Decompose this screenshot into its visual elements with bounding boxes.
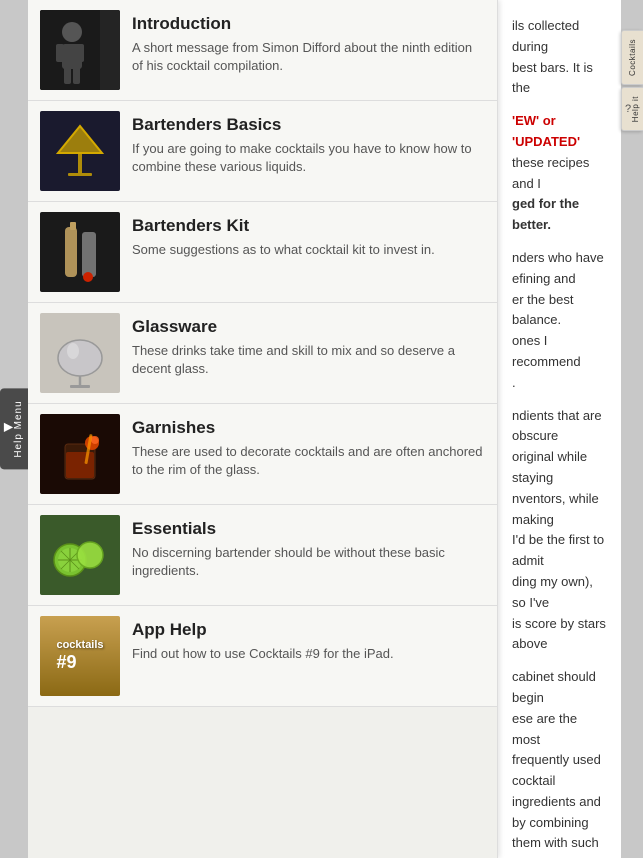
garnishes-content: Garnishes These are used to decorate coc…	[132, 414, 485, 479]
menu-item-essentials[interactable]: Essentials No discerning bartender shoul…	[28, 505, 497, 606]
intro-image	[40, 10, 120, 90]
bartenders-basics-image	[40, 111, 120, 191]
intro-desc: A short message from Simon Difford about…	[132, 39, 485, 75]
menu-item-bartenders-kit[interactable]: Bartenders Kit Some suggestions as to wh…	[28, 202, 497, 303]
menu-item-garnishes[interactable]: Garnishes These are used to decorate coc…	[28, 404, 497, 505]
right-tabs-container: Cocktails ? Help it	[621, 30, 643, 131]
bartenders-kit-content: Bartenders Kit Some suggestions as to wh…	[132, 212, 485, 259]
menu-item-bartenders-basics[interactable]: Bartenders Basics If you are going to ma…	[28, 101, 497, 202]
help-menu-label: Help Menu	[13, 400, 24, 457]
content-para-5: cabinet should beginese are the mostfreq…	[512, 667, 607, 858]
app-help-content: App Help Find out how to use Cocktails #…	[132, 616, 485, 663]
intro-title: Introduction	[132, 14, 485, 34]
app-help-desc: Find out how to use Cocktails #9 for the…	[132, 645, 485, 663]
cocktails-tab-label: Cocktails	[628, 39, 637, 76]
menu-item-app-help[interactable]: cocktails #9 App Help Find out how to us…	[28, 606, 497, 707]
help-menu-tab[interactable]: ▶ Help Menu	[0, 388, 28, 469]
essentials-image	[40, 515, 120, 595]
menu-item-introduction[interactable]: Introduction A short message from Simon …	[28, 0, 497, 101]
app-help-title: App Help	[132, 620, 485, 640]
content-para-4: ndients that are obscureoriginal while s…	[512, 406, 607, 656]
glassware-desc: These drinks take time and skill to mix …	[132, 342, 485, 378]
glassware-title: Glassware	[132, 317, 485, 337]
intro-content: Introduction A short message from Simon …	[132, 10, 485, 75]
content-panel[interactable]: ils collected duringbest bars. It is the…	[498, 0, 621, 858]
bartenders-basics-content: Bartenders Basics If you are going to ma…	[132, 111, 485, 176]
garnishes-title: Garnishes	[132, 418, 485, 438]
bartenders-basics-desc: If you are going to make cocktails you h…	[132, 140, 485, 176]
help-it-tab[interactable]: ? Help it	[621, 87, 643, 131]
main-container: Introduction A short message from Simon …	[28, 0, 621, 858]
menu-item-glassware[interactable]: Glassware These drinks take time and ski…	[28, 303, 497, 404]
bartenders-kit-desc: Some suggestions as to what cocktail kit…	[132, 241, 485, 259]
help-menu-panel: Introduction A short message from Simon …	[28, 0, 498, 858]
content-para-1: ils collected duringbest bars. It is the	[512, 16, 607, 99]
glassware-content: Glassware These drinks take time and ski…	[132, 313, 485, 378]
essentials-title: Essentials	[132, 519, 485, 539]
arrow-icon: ▶	[4, 419, 13, 433]
content-text: ils collected duringbest bars. It is the…	[512, 16, 607, 858]
garnishes-desc: These are used to decorate cocktails and…	[132, 443, 485, 479]
app-help-image: cocktails #9	[40, 616, 120, 696]
cocktails-tab[interactable]: Cocktails	[621, 30, 643, 85]
glassware-image	[40, 313, 120, 393]
essentials-content: Essentials No discerning bartender shoul…	[132, 515, 485, 580]
help-it-tab-label: Help it	[631, 96, 640, 122]
bartenders-kit-image	[40, 212, 120, 292]
bartenders-basics-title: Bartenders Basics	[132, 115, 485, 135]
essentials-desc: No discerning bartender should be withou…	[132, 544, 485, 580]
garnishes-image	[40, 414, 120, 494]
content-para-3: nders who haveefining ander the best bal…	[512, 248, 607, 394]
content-para-2: 'EW' or 'UPDATED'these recipes and Iged …	[512, 111, 607, 236]
bartenders-kit-title: Bartenders Kit	[132, 216, 485, 236]
